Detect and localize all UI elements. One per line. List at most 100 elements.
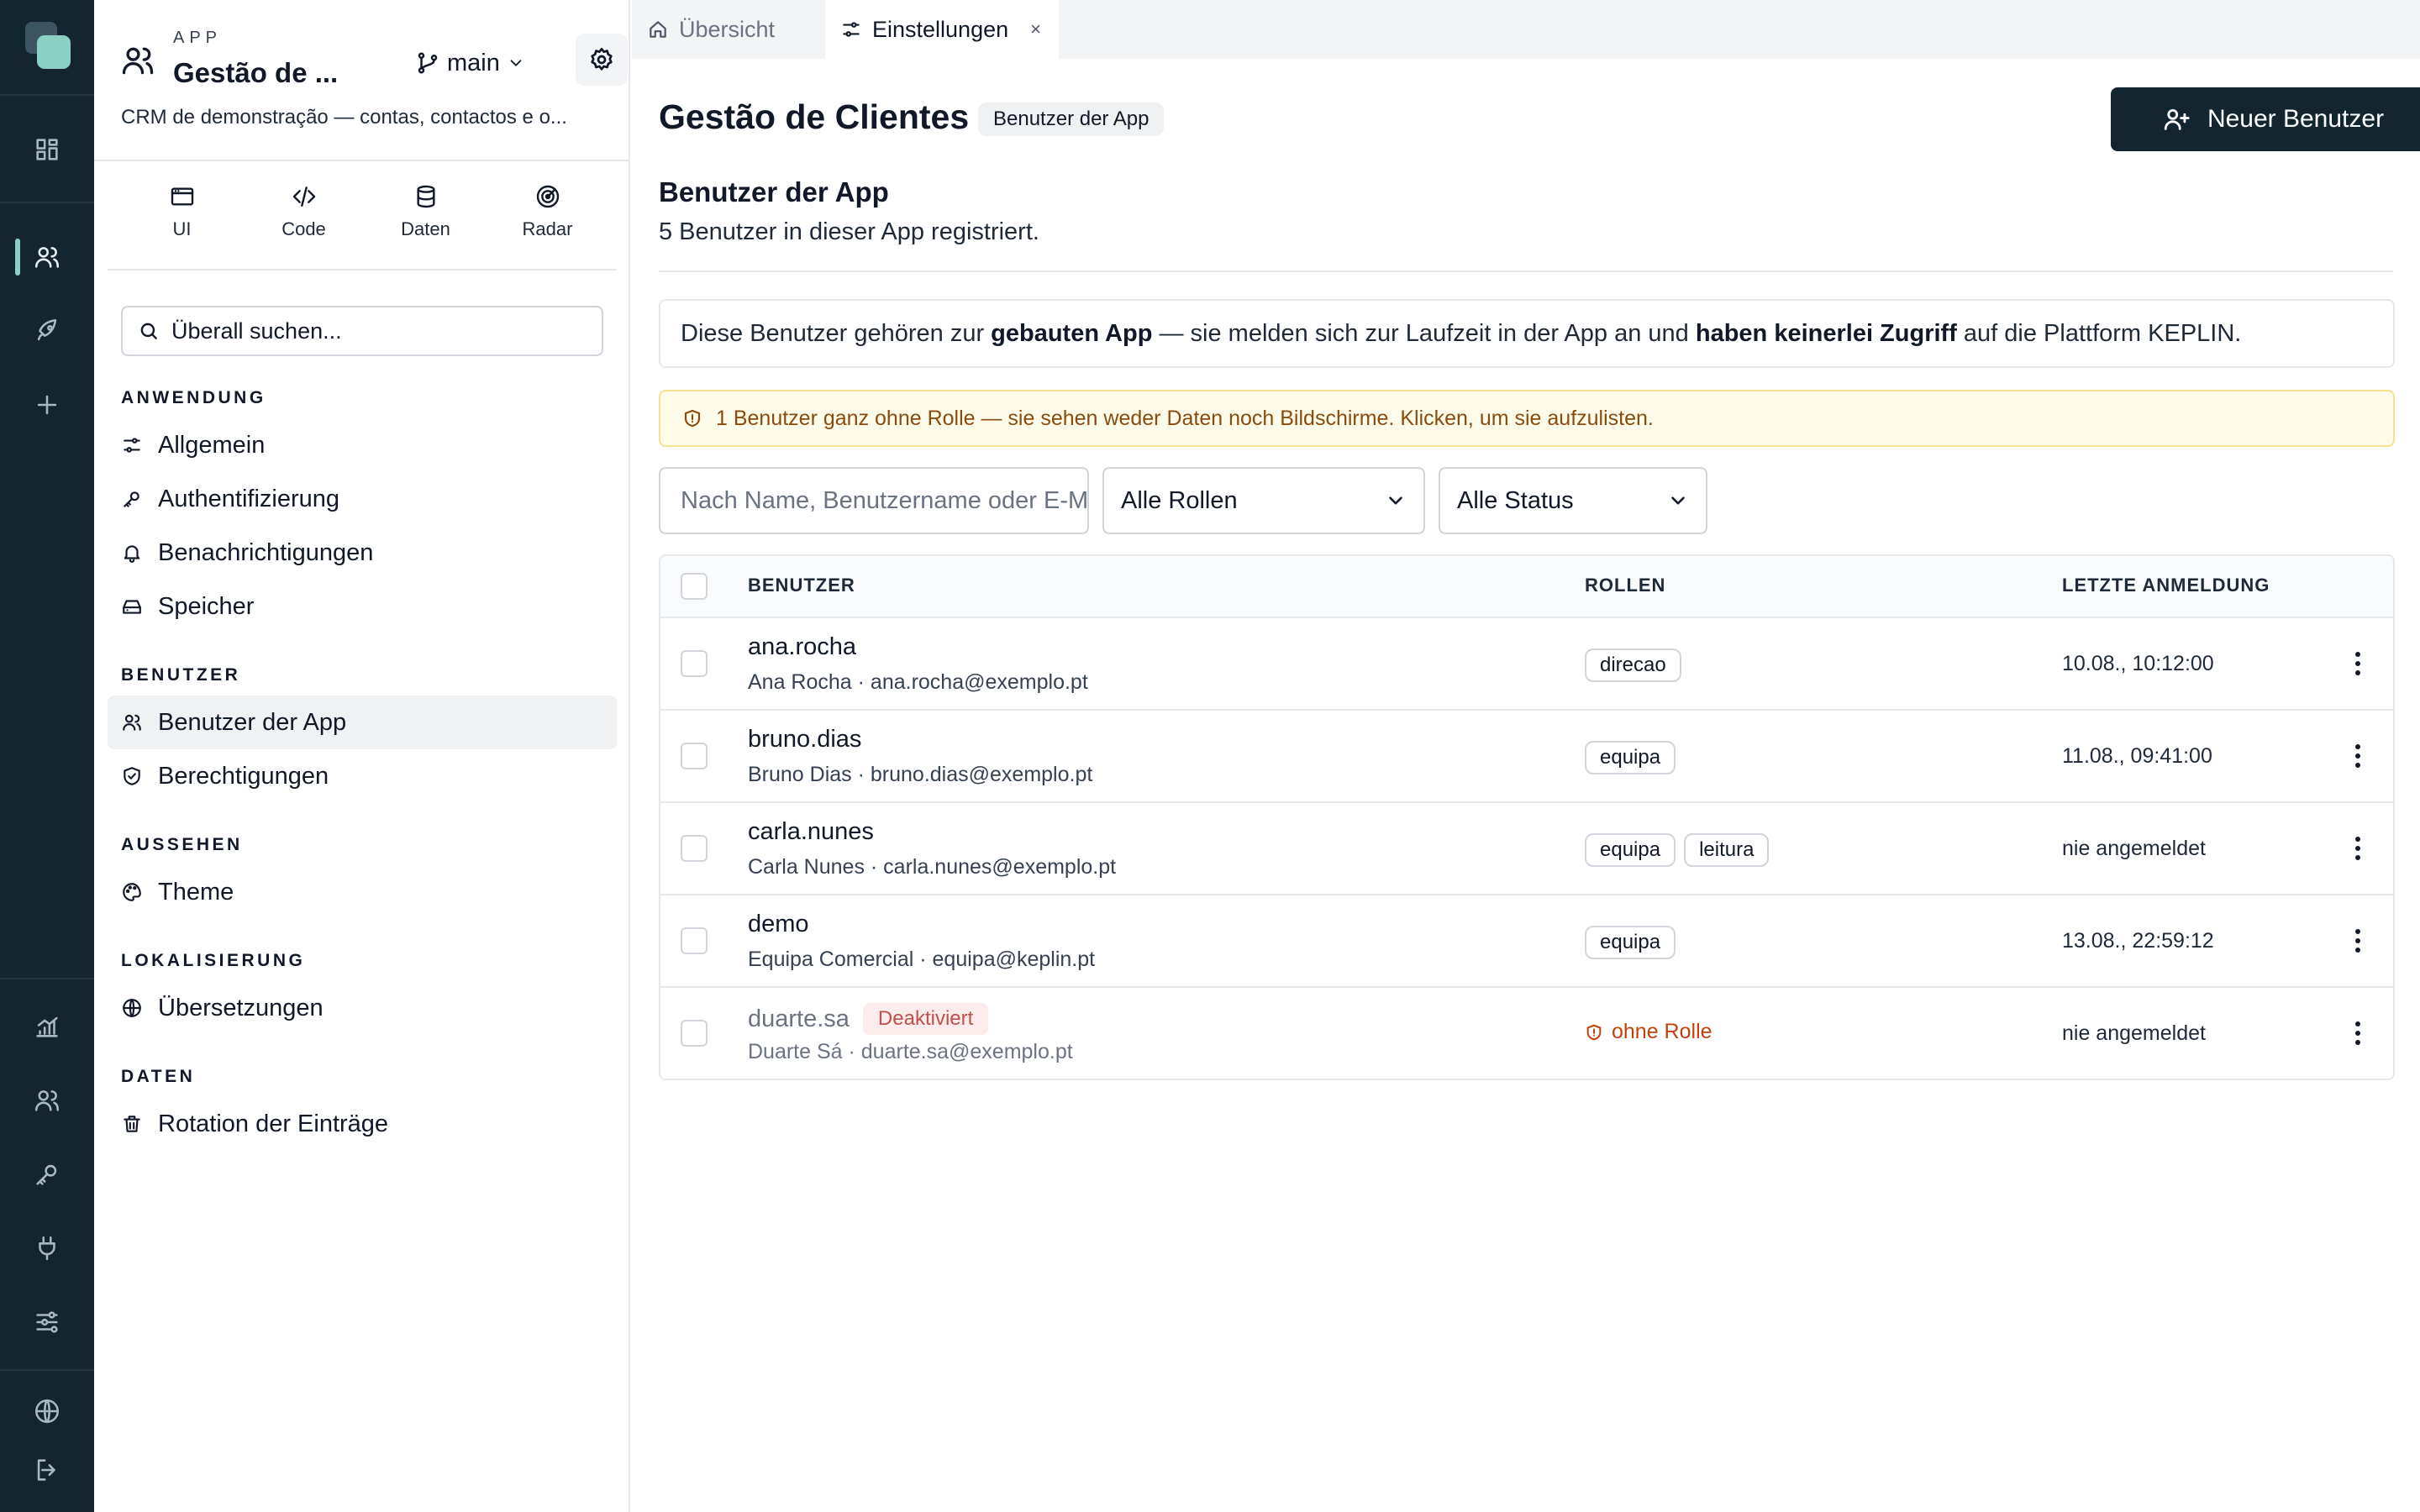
nav-label: Theme <box>158 878 234 906</box>
mode-code[interactable]: Code <box>243 178 365 254</box>
mode-label: Radar <box>522 218 573 239</box>
mode-ui[interactable]: UI <box>121 178 243 254</box>
table-row[interactable]: carla.nunes Carla Nunes · carla.nunes@ex… <box>660 803 2393 895</box>
rocket-icon[interactable] <box>0 301 94 361</box>
page-chip: Benutzer der App <box>978 102 1165 136</box>
role-chip: equipa <box>1585 741 1676 774</box>
mode-switcher: UI Code Daten Radar <box>121 178 608 254</box>
table-row[interactable]: demo Equipa Comercial · equipa@keplin.pt… <box>660 895 2393 988</box>
last-login: 13.08., 22:59:12 <box>2062 929 2214 953</box>
table-row[interactable]: ana.rocha Ana Rocha · ana.rocha@exemplo.… <box>660 618 2393 711</box>
shield-alert-icon <box>1586 1024 1602 1040</box>
new-user-button[interactable]: Neuer Benutzer <box>2111 87 2420 151</box>
nav-item-benachrichtigungen[interactable]: Benachrichtigungen <box>108 526 617 580</box>
nav-item-berechtigungen[interactable]: Berechtigungen <box>108 749 617 803</box>
app-description: CRM de demonstração — contas, contactos … <box>121 106 567 129</box>
select-all-checkbox[interactable] <box>681 573 708 600</box>
nav-item-allgemein[interactable]: Allgemein <box>108 418 617 472</box>
nav-item-theme[interactable]: Theme <box>108 865 617 919</box>
row-checkbox[interactable] <box>681 650 708 677</box>
app-header: APP Gestão de ... main <box>119 27 628 94</box>
plug-icon[interactable] <box>0 1218 94 1278</box>
role-chip: equipa <box>1585 833 1676 867</box>
globe-icon[interactable] <box>0 1381 94 1441</box>
nav-item-speicher[interactable]: Speicher <box>108 580 617 633</box>
global-search[interactable] <box>121 306 603 356</box>
sliders-icon <box>124 438 140 453</box>
team-icon[interactable] <box>0 1070 94 1131</box>
palette-icon <box>123 883 141 901</box>
row-checkbox[interactable] <box>681 743 708 769</box>
mode-radar[interactable]: Radar <box>487 178 608 254</box>
nav-section-title: AUSSEHEN <box>121 835 243 854</box>
user-details: Bruno Dias · bruno.dias@exemplo.pt <box>748 763 1093 786</box>
nav-item-benutzer-der-app[interactable]: Benutzer der App <box>108 696 617 749</box>
warning-text: 1 Benutzer ganz ohne Rolle — sie sehen w… <box>716 406 1654 430</box>
nav-item-rotation[interactable]: Rotation der Einträge <box>108 1097 617 1151</box>
rail-divider <box>0 978 94 979</box>
row-checkbox[interactable] <box>681 1020 708 1047</box>
user-details: Duarte Sá · duarte.sa@exemplo.pt <box>748 1040 1073 1063</box>
table-row[interactable]: duarte.sa Deaktiviert Duarte Sá · duarte… <box>660 988 2393 1079</box>
radar-icon <box>536 185 559 208</box>
roles-select[interactable]: Alle Rollen <box>1102 467 1425 534</box>
row-menu-icon[interactable] <box>2341 645 2375 682</box>
branch-selector[interactable]: main <box>415 42 525 84</box>
user-filter-input[interactable] <box>659 467 1089 534</box>
search-icon <box>140 323 157 339</box>
logout-icon[interactable] <box>0 1440 94 1500</box>
status-select[interactable]: Alle Status <box>1439 467 1707 534</box>
analytics-icon[interactable] <box>0 996 94 1057</box>
info-text: — sie melden sich zur Laufzeit in der Ap… <box>1152 319 1696 347</box>
row-menu-icon[interactable] <box>2341 922 2375 959</box>
row-menu-icon[interactable] <box>2341 738 2375 774</box>
gear-icon <box>591 48 613 71</box>
divider <box>659 270 2393 272</box>
dashboard-icon[interactable] <box>0 119 94 180</box>
plus-icon[interactable] <box>0 375 94 435</box>
users-icon[interactable] <box>0 227 94 287</box>
column-header-last-login: LETZTE ANMELDUNG <box>2062 575 2270 596</box>
users-table: BENUTZER ROLLEN LETZTE ANMELDUNG ana.roc… <box>659 554 2395 1080</box>
tab-uebersicht[interactable]: Übersicht <box>632 0 825 59</box>
key-icon[interactable] <box>0 1144 94 1205</box>
trash-icon <box>124 1116 140 1132</box>
row-checkbox[interactable] <box>681 927 708 954</box>
role-chip: equipa <box>1585 926 1676 959</box>
nav-section-title: LOKALISIERUNG <box>121 951 306 970</box>
table-row[interactable]: bruno.dias Bruno Dias · bruno.dias@exemp… <box>660 711 2393 803</box>
logo-icon[interactable] <box>25 22 71 71</box>
last-login: 11.08., 09:41:00 <box>2062 744 2212 768</box>
row-menu-icon[interactable] <box>2341 1015 2375 1052</box>
tab-label: Übersicht <box>679 16 776 42</box>
last-login: 10.08., 10:12:00 <box>2062 652 2214 675</box>
users-icon <box>119 42 156 79</box>
mode-daten[interactable]: Daten <box>365 178 487 254</box>
section-subtitle: 5 Benutzer in dieser App registriert. <box>659 218 1039 245</box>
mode-label: UI <box>172 218 192 239</box>
sliders-icon[interactable] <box>0 1292 94 1352</box>
status-select-value: Alle Status <box>1457 486 1574 514</box>
row-menu-icon[interactable] <box>2341 830 2375 867</box>
shield-alert-icon <box>684 409 701 428</box>
nav-item-authentifizierung[interactable]: Authentifizierung <box>108 472 617 526</box>
nav-item-uebersetzungen[interactable]: Übersetzungen <box>108 981 617 1035</box>
info-text: auf die Plattform KEPLIN. <box>1956 319 2242 347</box>
info-bold: haben keinerlei Zugriff <box>1695 319 1957 347</box>
search-input[interactable] <box>171 318 575 344</box>
rail-divider <box>0 1369 94 1371</box>
user-plus-icon <box>2164 108 2190 130</box>
tab-einstellungen[interactable]: Einstellungen × <box>825 0 1059 59</box>
nav-label: Benachrichtigungen <box>158 538 374 566</box>
user-details: Carla Nunes · carla.nunes@exemplo.pt <box>748 855 1117 879</box>
close-icon[interactable]: × <box>1030 18 1041 40</box>
no-role-warning[interactable]: 1 Benutzer ganz ohne Rolle — sie sehen w… <box>659 390 2395 447</box>
new-user-label: Neuer Benutzer <box>2207 105 2385 133</box>
nav-label: Übersetzungen <box>158 994 324 1021</box>
chevron-down-icon <box>1389 496 1402 505</box>
row-checkbox[interactable] <box>681 835 708 862</box>
app-kicker: APP <box>173 29 223 47</box>
app-settings-button[interactable] <box>576 34 628 86</box>
user-details: Ana Rocha · ana.rocha@exemplo.pt <box>748 670 1088 694</box>
page-title: Gestão de Clientes <box>659 97 970 136</box>
